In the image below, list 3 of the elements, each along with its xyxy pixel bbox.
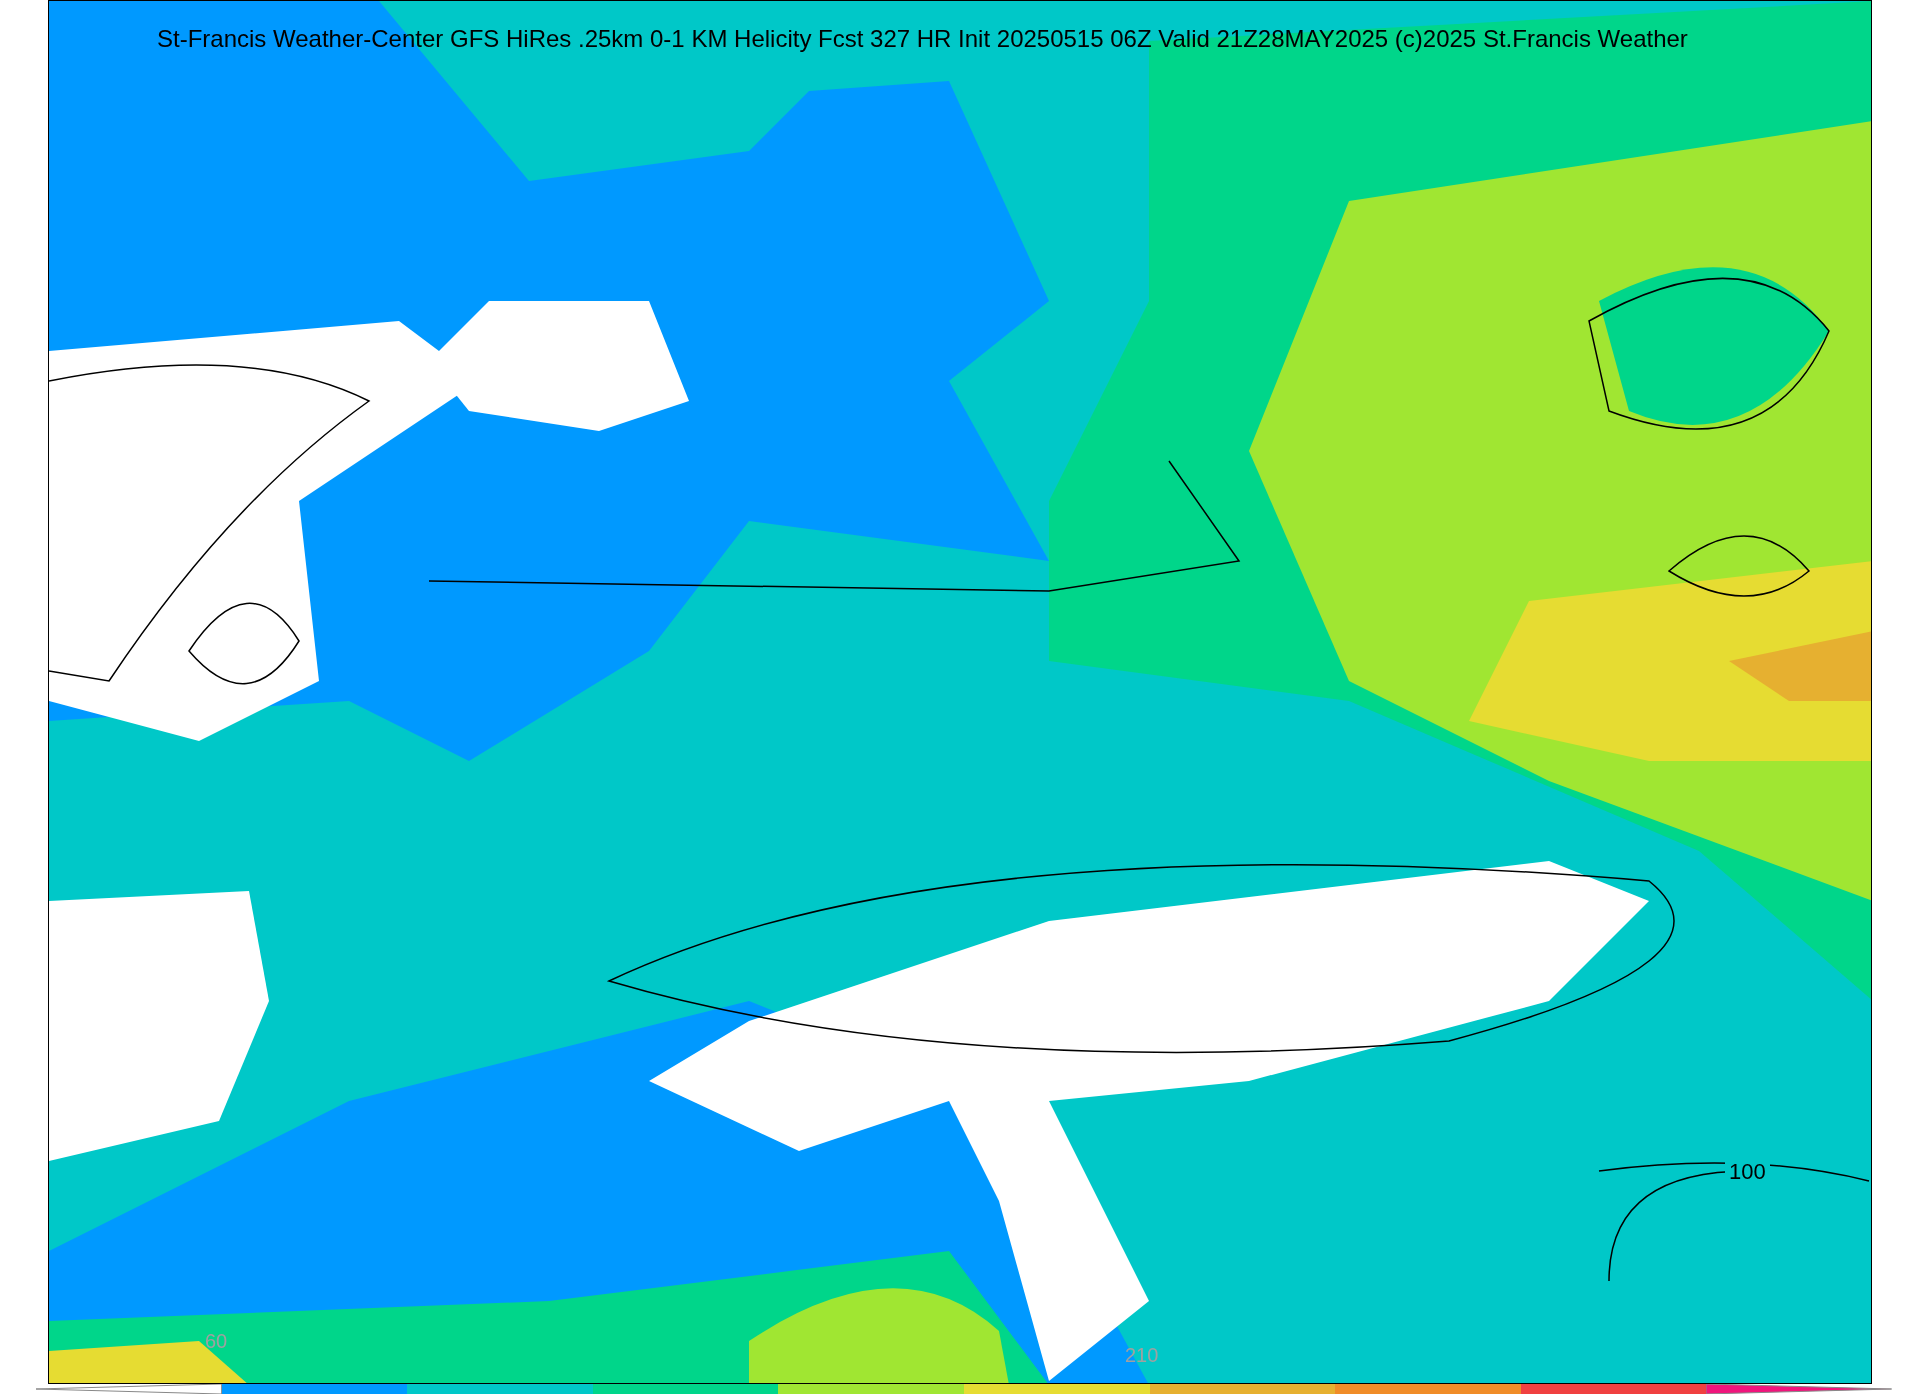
colorbar-label: 210 xyxy=(1125,1345,1159,1365)
colorbar-label: 60 xyxy=(205,1331,228,1351)
map-title: St-Francis Weather-Center GFS HiRes .25km 0-1 KM Helicity Fcst 327 HR Init 20250515 06Z Valid 21Z28MAY2025 (c)2025 St.Francis Weather xyxy=(157,24,1688,54)
